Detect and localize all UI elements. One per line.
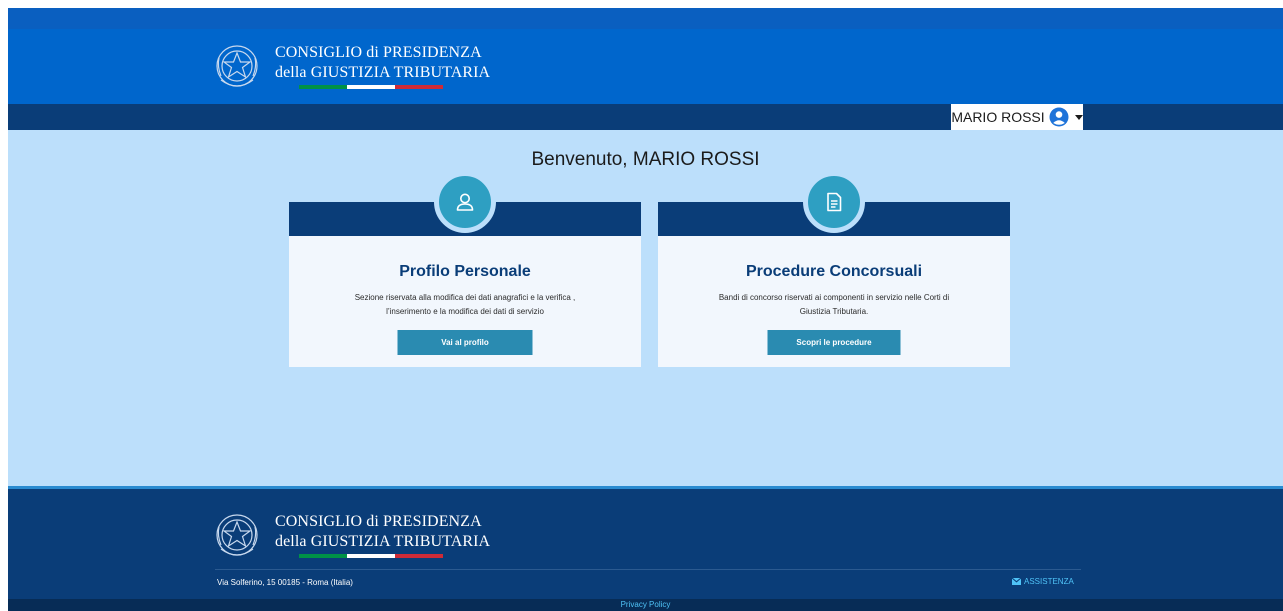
assistance-label: ASSISTENZA: [1024, 577, 1074, 586]
card-description: Sezione riservata alla modifica dei dati…: [307, 291, 623, 319]
card-description-line1: Sezione riservata alla modifica dei dati…: [354, 293, 576, 302]
app-frame: CONSIGLIO di PRESIDENZA della GIUSTIZIA …: [8, 8, 1283, 611]
welcome-heading: Benvenuto, MARIO ROSSI: [531, 149, 760, 170]
emblem-icon: [216, 514, 258, 556]
footer-brand[interactable]: CONSIGLIO di PRESIDENZA della GIUSTIZIA …: [215, 505, 490, 569]
site-footer: CONSIGLIO di PRESIDENZA della GIUSTIZIA …: [8, 486, 1283, 599]
brand-title-line1: CONSIGLIO di PRESIDENZA: [275, 44, 482, 61]
user-name: MARIO ROSSI: [951, 109, 1045, 125]
envelope-icon: [1012, 578, 1021, 585]
discover-procedures-button[interactable]: Scopri le procedure: [767, 330, 901, 355]
card-description-line2: Giustizia Tributaria.: [799, 307, 869, 316]
card-icon-badge: [434, 171, 496, 233]
top-navbar: [8, 104, 1283, 130]
site-header: [8, 29, 1283, 104]
card-icon-badge: [803, 171, 865, 233]
procedures-card: Procedure Concorsuali Bandi di concorso …: [658, 171, 1010, 367]
footer-brand-line2: della GIUSTIZIA TRIBUTARIA: [275, 533, 491, 550]
footer-divider: [215, 569, 1081, 570]
brand-title-line2: della GIUSTIZIA TRIBUTARIA: [275, 64, 491, 81]
sub-footer: Privacy Policy: [8, 599, 1283, 611]
card-description-line2: l’inserimento e la modifica dei dati di …: [386, 307, 544, 316]
go-to-profile-button[interactable]: Vai al profilo: [397, 330, 533, 355]
card-description: Bandi di concorso riservati ai component…: [676, 291, 992, 319]
header-top-strip: [8, 8, 1283, 29]
card-title: Procedure Concorsuali: [745, 263, 923, 280]
italian-flag-stripe: [299, 554, 443, 558]
footer-address: Via Solferino, 15 00185 - Roma (Italia): [217, 578, 353, 587]
italian-flag-stripe: [299, 85, 443, 89]
user-circle-icon: [1049, 107, 1069, 127]
assistance-link[interactable]: ASSISTENZA: [1012, 577, 1074, 586]
emblem-icon: [216, 45, 258, 87]
privacy-policy-link[interactable]: Privacy Policy: [8, 600, 1283, 609]
header-brand[interactable]: CONSIGLIO di PRESIDENZA della GIUSTIZIA …: [215, 36, 490, 100]
card-description-line1: Bandi di concorso riservati ai component…: [718, 293, 950, 302]
card-title: Profilo Personale: [399, 263, 531, 280]
user-icon: [456, 193, 474, 211]
document-icon: [827, 192, 842, 212]
profile-card: Profilo Personale Sezione riservata alla…: [289, 171, 641, 367]
user-menu-dropdown[interactable]: MARIO ROSSI: [951, 104, 1083, 130]
footer-brand-line1: CONSIGLIO di PRESIDENZA: [275, 513, 482, 530]
chevron-down-icon: [1074, 114, 1083, 120]
